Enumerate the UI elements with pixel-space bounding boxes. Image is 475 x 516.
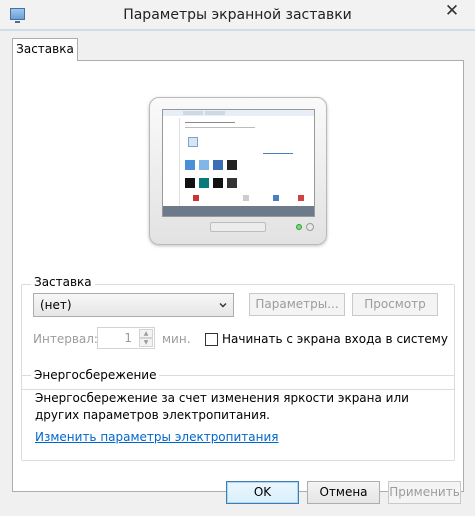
logon-checkbox-label[interactable]: Начинать с экрана входа в систему	[222, 332, 448, 346]
screensaver-group-label: Заставка	[31, 275, 95, 289]
ok-button[interactable]: OK	[226, 481, 299, 504]
interval-spinner[interactable]: 1 ▲ ▼	[97, 327, 155, 349]
cancel-button[interactable]: Отмена	[307, 481, 380, 504]
minutes-label: мин.	[162, 332, 191, 346]
logon-checkbox[interactable]	[205, 333, 218, 346]
interval-label: Интервал:	[33, 332, 98, 346]
window-title: Параметры экранной заставки	[123, 7, 352, 23]
tab-screensaver[interactable]: Заставка	[12, 38, 78, 61]
preview-screen	[162, 109, 315, 217]
close-button[interactable]: ✕	[437, 0, 467, 22]
screensaver-select-value: (нет)	[40, 298, 72, 312]
monitor-preview	[149, 97, 327, 245]
preview-button[interactable]: Просмотр	[352, 293, 438, 316]
power-indicator	[296, 224, 302, 230]
interval-value: 1	[124, 331, 132, 345]
power-description: Энергосбережение за счет изменения яркос…	[35, 391, 409, 422]
spin-up-icon[interactable]: ▲	[139, 329, 153, 338]
spin-down-icon[interactable]: ▼	[139, 338, 153, 347]
screensaver-select[interactable]: (нет)	[33, 293, 234, 317]
settings-button[interactable]: Параметры...	[249, 293, 345, 316]
close-icon[interactable]: ✕	[445, 1, 459, 21]
chevron-down-icon	[219, 303, 227, 308]
power-settings-link[interactable]: Изменить параметры электропитания	[35, 430, 279, 444]
title-bar: Параметры экранной заставки ✕	[0, 0, 475, 30]
power-group-label: Энергосбережение	[31, 368, 160, 382]
monitor-stand-slot	[210, 222, 266, 232]
apply-button[interactable]: Применить	[388, 481, 461, 504]
power-button-graphic	[306, 223, 314, 231]
